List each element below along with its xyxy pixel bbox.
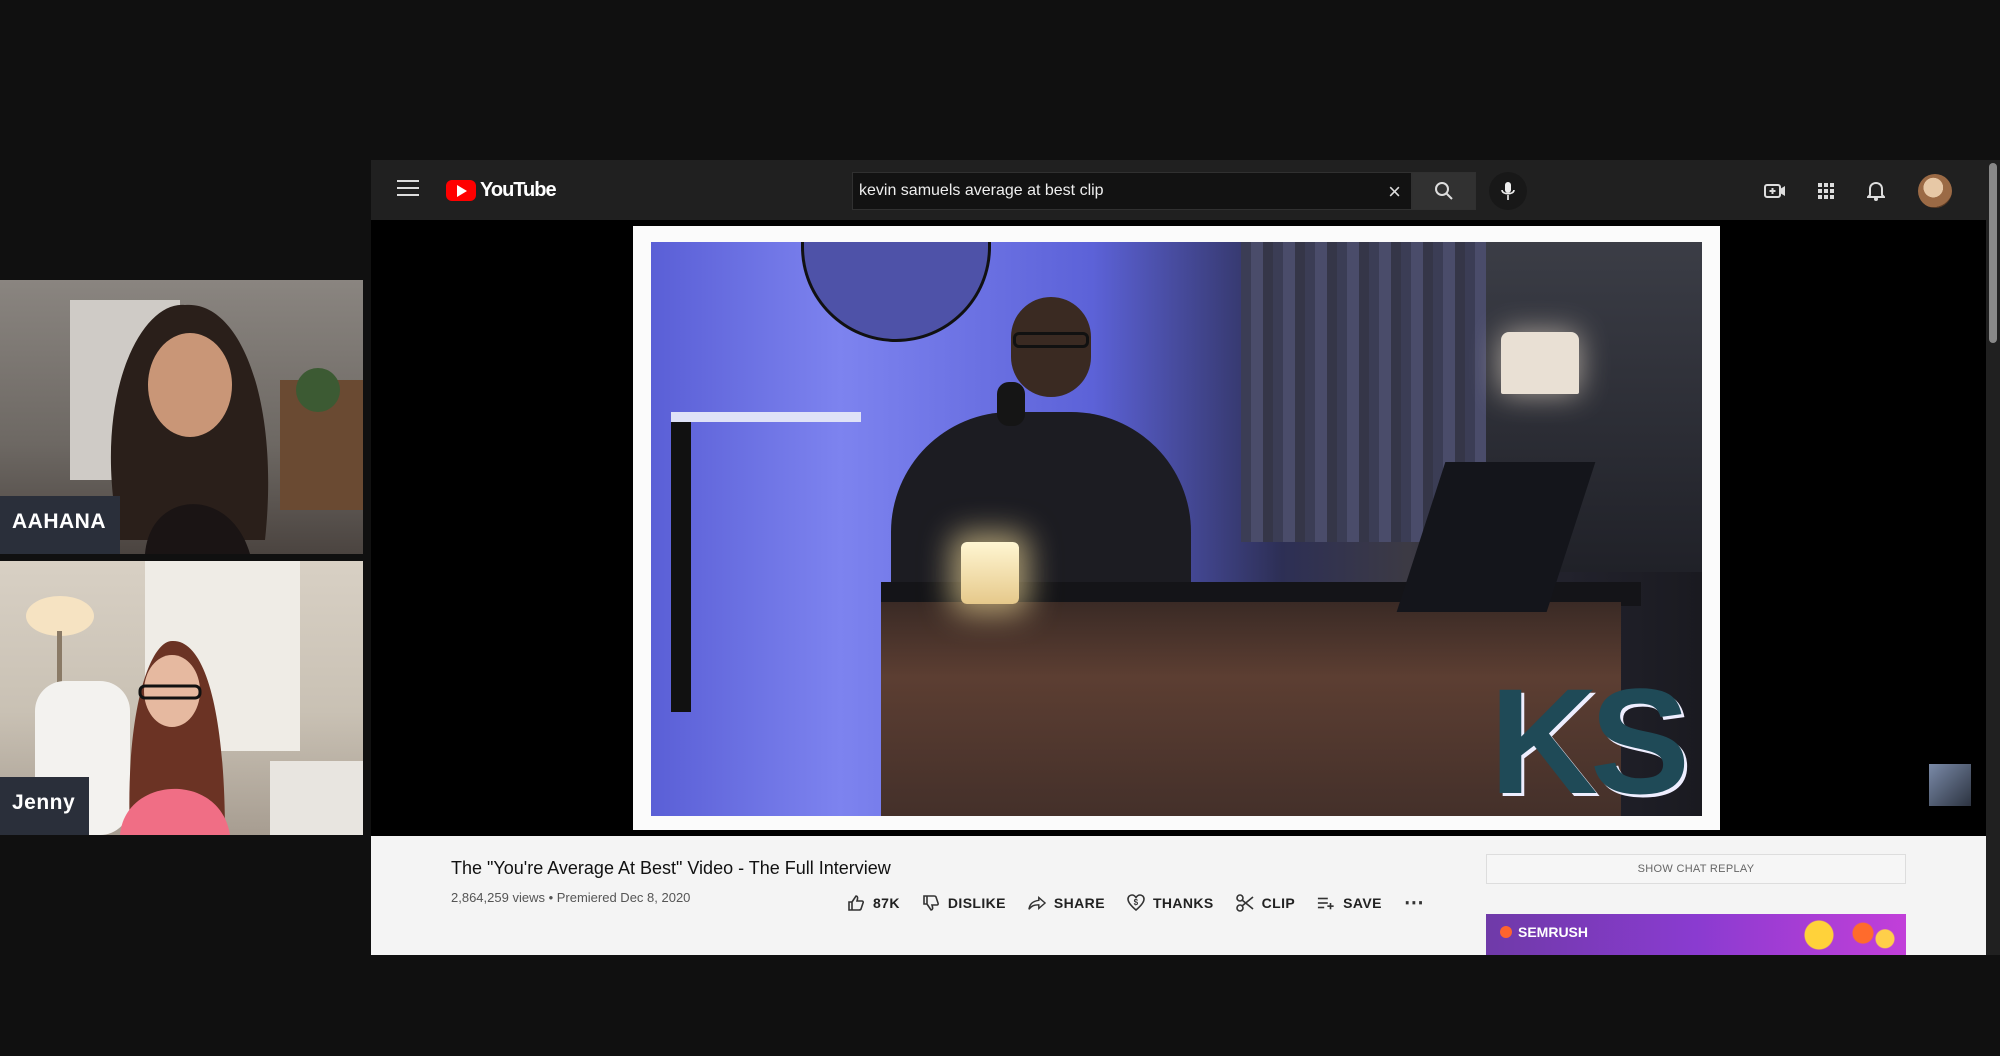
like-count: 87K	[873, 894, 900, 911]
thanks-icon: $	[1127, 893, 1145, 912]
screen: AAHANA Jenny YouTube ×	[0, 0, 2000, 1056]
search-box[interactable]: ×	[852, 172, 1412, 210]
mic-icon	[1501, 182, 1515, 200]
clip-icon	[1235, 893, 1254, 912]
participant-tile-jenny[interactable]: Jenny	[0, 561, 363, 835]
youtube-logo[interactable]: YouTube	[446, 179, 557, 202]
more-icon[interactable]: ⋯	[1404, 890, 1424, 915]
create-video-icon[interactable]	[1762, 178, 1788, 204]
youtube-logo-text: YouTube	[480, 179, 557, 201]
video-info-area: The "You're Average At Best" Video - The…	[371, 836, 1986, 955]
dislike-label: DISLIKE	[947, 894, 1006, 911]
ad-brand: SEMRUSH	[1500, 924, 1588, 940]
participant-name-label: AAHANA	[0, 496, 120, 554]
participant-tile-aahana[interactable]: AAHANA	[0, 280, 363, 554]
save-label: SAVE	[1343, 894, 1382, 911]
search-button[interactable]	[1412, 172, 1476, 210]
channel-watermark: KS	[1489, 657, 1690, 816]
ad-brand-label: SEMRUSH	[1518, 924, 1589, 940]
thanks-label: THANKS	[1152, 894, 1214, 911]
video-content: KS	[651, 242, 1702, 816]
video-frame: KS	[633, 226, 1720, 830]
dislike-icon	[922, 894, 940, 912]
show-chat-replay-button[interactable]: SHOW CHAT REPLAY	[1486, 854, 1906, 884]
share-icon	[1028, 894, 1046, 912]
search-icon	[1435, 182, 1453, 200]
save-icon	[1317, 894, 1335, 912]
like-icon	[847, 894, 865, 912]
participant-name-label: Jenny	[0, 777, 90, 835]
video-meta: 2,864,259 views • Premiered Dec 8, 2020	[451, 890, 691, 905]
menu-icon[interactable]	[397, 180, 419, 200]
video-title: The "You're Average At Best" Video - The…	[451, 858, 891, 878]
apps-icon[interactable]	[1813, 178, 1839, 204]
ad-artwork	[1786, 916, 1896, 954]
channel-branding-thumbnail[interactable]	[1929, 764, 1971, 806]
ad-banner[interactable]: SEMRUSH	[1486, 914, 1906, 955]
youtube-window: YouTube ×	[371, 160, 2000, 955]
video-actions: 87K DISLIKE SHARE $ THANKS CLIP SAVE ⋯	[847, 890, 1424, 915]
search-input[interactable]	[853, 182, 1353, 200]
dislike-button[interactable]: DISLIKE	[922, 894, 1006, 912]
youtube-play-icon	[446, 180, 476, 201]
save-button[interactable]: SAVE	[1317, 894, 1382, 912]
page-scrollbar[interactable]	[1986, 160, 2000, 955]
thanks-button[interactable]: $ THANKS	[1127, 893, 1214, 912]
clip-label: CLIP	[1261, 894, 1296, 911]
share-button[interactable]: SHARE	[1028, 894, 1105, 912]
clip-button[interactable]: CLIP	[1235, 893, 1296, 912]
like-button[interactable]: 87K	[847, 894, 900, 912]
youtube-header: YouTube ×	[371, 160, 2000, 220]
account-avatar[interactable]	[1918, 174, 1952, 208]
scrollbar-thumb[interactable]	[1989, 163, 1997, 343]
svg-text:$: $	[1134, 898, 1139, 907]
notifications-icon[interactable]	[1863, 178, 1889, 204]
voice-search-button[interactable]	[1489, 172, 1527, 210]
clear-icon[interactable]: ×	[1388, 179, 1401, 205]
video-player[interactable]: KS	[371, 220, 1986, 836]
semrush-logo-icon	[1500, 926, 1512, 938]
share-label: SHARE	[1053, 894, 1105, 911]
